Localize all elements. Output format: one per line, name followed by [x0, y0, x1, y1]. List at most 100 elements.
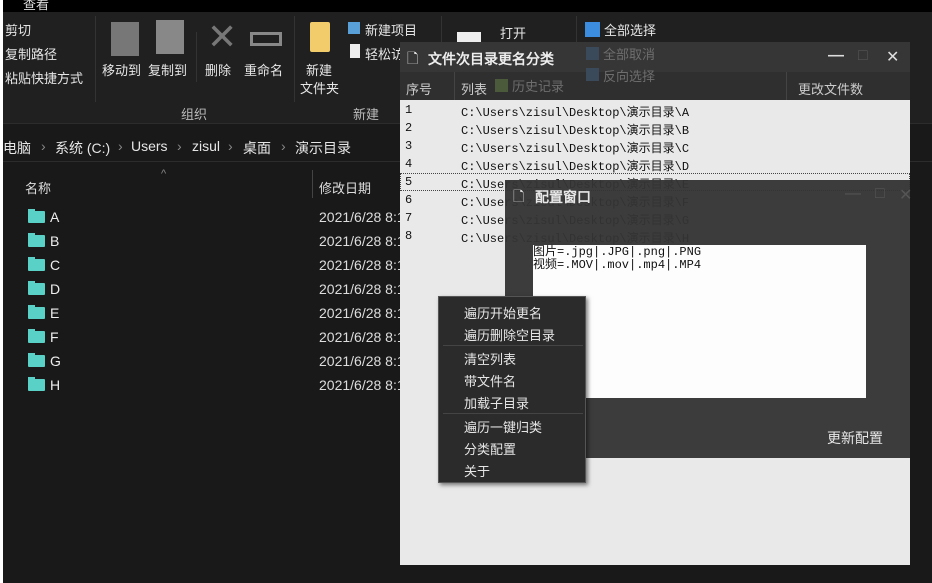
copy-to-icon [156, 20, 184, 54]
folder-icon [28, 305, 45, 319]
menu-item-classify-config[interactable]: 分类配置 [464, 439, 516, 461]
file-name: F [50, 329, 59, 345]
delete-icon: ✕ [207, 16, 238, 57]
new-folder-button[interactable]: 新建 [306, 60, 332, 79]
header-index[interactable]: 序号 [406, 79, 432, 98]
file-name: E [50, 305, 60, 321]
cut-button[interactable]: 剪切 [5, 20, 31, 39]
select-all-button[interactable]: 全部选择 [604, 20, 656, 39]
menu-item-with-filename[interactable]: 带文件名 [464, 371, 516, 393]
row-path: C:\Users\zisul\Desktop\演示目录\D [461, 160, 690, 174]
invert-selection-icon [586, 68, 599, 81]
breadcrumb-item[interactable]: 系统 (C:) [55, 138, 110, 158]
easy-access-icon [350, 44, 360, 58]
header-list[interactable]: 列表 [461, 79, 487, 98]
header-count[interactable]: 更改文件数 [798, 79, 863, 98]
menu-item-one-click-classify[interactable]: 遍历一键归类 [464, 417, 542, 439]
list-row[interactable]: 4 C:\Users\zisul\Desktop\演示目录\D [400, 155, 910, 174]
new-item-button[interactable]: 新建项目 [365, 20, 417, 39]
move-to-button[interactable]: 移动到 [102, 60, 141, 79]
history-button[interactable]: 历史记录 [512, 76, 564, 95]
menu-item-load-subdirs[interactable]: 加载子目录 [464, 393, 529, 415]
folder-icon [28, 353, 45, 367]
maximize-button[interactable]: □ [875, 185, 885, 203]
list-row[interactable]: 1 C:\Users\zisul\Desktop\演示目录\A [400, 101, 910, 120]
config-line: 视频=.MOV|.mov|.mp4|.MP4 [533, 258, 702, 272]
config-title-bar: 🗋 配置窗口 — □ ✕ [505, 180, 912, 210]
row-path: C:\Users\zisul\Desktop\演示目录\B [461, 124, 690, 138]
column-name[interactable]: 名称 [25, 178, 51, 197]
row-index: 1 [405, 103, 413, 117]
close-button[interactable]: ✕ [886, 47, 899, 67]
update-config-button[interactable]: 更新配置 [827, 428, 883, 448]
breadcrumb-item[interactable]: 演示目录 [295, 138, 351, 158]
title-bar: 查看 [3, 0, 932, 12]
new-group-label: 新建 [353, 107, 380, 122]
list-row[interactable]: 3 C:\Users\zisul\Desktop\演示目录\C [400, 137, 910, 156]
easy-access-button[interactable]: 轻松访问 [365, 44, 401, 63]
new-folder-label: 文件夹 [300, 81, 340, 96]
file-name: C [50, 257, 61, 273]
document-icon: 🗋 [513, 188, 525, 204]
rename-button[interactable]: 重命名 [244, 60, 283, 79]
breadcrumb-item[interactable]: 桌面 [243, 138, 271, 158]
file-date: 2021/6/28 8:16 [319, 233, 413, 249]
row-index: 8 [405, 229, 413, 243]
file-name: B [50, 233, 60, 249]
sort-up-icon: ^ [161, 168, 167, 180]
menu-item-start-rename[interactable]: 遍历开始更名 [464, 303, 542, 325]
folder-icon [28, 281, 45, 295]
file-date: 2021/6/28 8:17 [319, 377, 413, 393]
column-modified[interactable]: 修改日期 [319, 178, 371, 197]
select-none-icon [586, 47, 599, 60]
row-index: 7 [405, 211, 413, 225]
folder-icon [28, 329, 45, 343]
breadcrumb-item[interactable]: 电脑 [3, 138, 31, 158]
file-name: A [50, 209, 60, 225]
list-row[interactable]: 2 C:\Users\zisul\Desktop\演示目录\B [400, 119, 910, 138]
file-date: 2021/6/28 8:16 [319, 353, 413, 369]
file-date: 2021/6/28 8:16 [319, 329, 413, 345]
organize-group-label: 组织 [181, 107, 208, 122]
folder-icon [28, 233, 45, 247]
file-date: 2021/6/28 8:16 [319, 305, 413, 321]
paste-shortcut-button[interactable]: 粘贴快捷方式 [5, 68, 83, 87]
file-date: 2021/6/28 8:16 [319, 257, 413, 273]
file-name: G [50, 353, 61, 369]
file-date: 2021/6/28 8:15 [319, 209, 413, 225]
delete-button[interactable]: 删除 [205, 60, 231, 79]
minimize-button[interactable]: — [828, 47, 844, 65]
row-index: 2 [405, 121, 413, 135]
copy-path-button[interactable]: 复制路径 [5, 44, 57, 63]
open-button[interactable]: 打开 [500, 23, 526, 42]
breadcrumb-item[interactable]: Users [131, 138, 168, 154]
new-item-icon [348, 22, 360, 34]
maximize-button[interactable]: □ [858, 47, 868, 65]
menu-item-delete-empty-dirs[interactable]: 遍历删除空目录 [464, 325, 555, 347]
folder-icon [28, 377, 45, 391]
select-none-button[interactable]: 全部取消 [603, 44, 655, 63]
document-icon: 🗋 [407, 50, 419, 66]
move-to-icon [111, 22, 139, 56]
menu-item-clear-list[interactable]: 清空列表 [464, 349, 516, 371]
file-name: D [50, 281, 61, 297]
select-all-icon [585, 22, 600, 37]
invert-selection-button[interactable]: 反向选择 [603, 66, 655, 85]
breadcrumb-item[interactable]: zisul [192, 138, 220, 154]
window-title: 文件次目录更名分类 [428, 51, 554, 67]
row-index: 4 [405, 157, 413, 171]
new-folder-icon [310, 22, 330, 52]
window-title: 配置窗口 [535, 189, 591, 205]
copy-to-button[interactable]: 复制到 [148, 60, 187, 79]
row-index: 3 [405, 139, 413, 153]
file-name: H [50, 377, 61, 393]
folder-icon [28, 257, 45, 271]
rename-icon [250, 32, 282, 46]
menu-item-about[interactable]: 关于 [464, 461, 490, 483]
file-date: 2021/6/28 8:16 [319, 281, 413, 297]
folder-icon [28, 209, 45, 223]
close-button[interactable]: ✕ [899, 185, 912, 205]
history-icon [495, 79, 508, 92]
context-menu: 遍历开始更名 遍历删除空目录 清空列表 带文件名 加载子目录 遍历一键归类 分类… [438, 296, 586, 483]
minimize-button[interactable]: — [845, 185, 861, 203]
